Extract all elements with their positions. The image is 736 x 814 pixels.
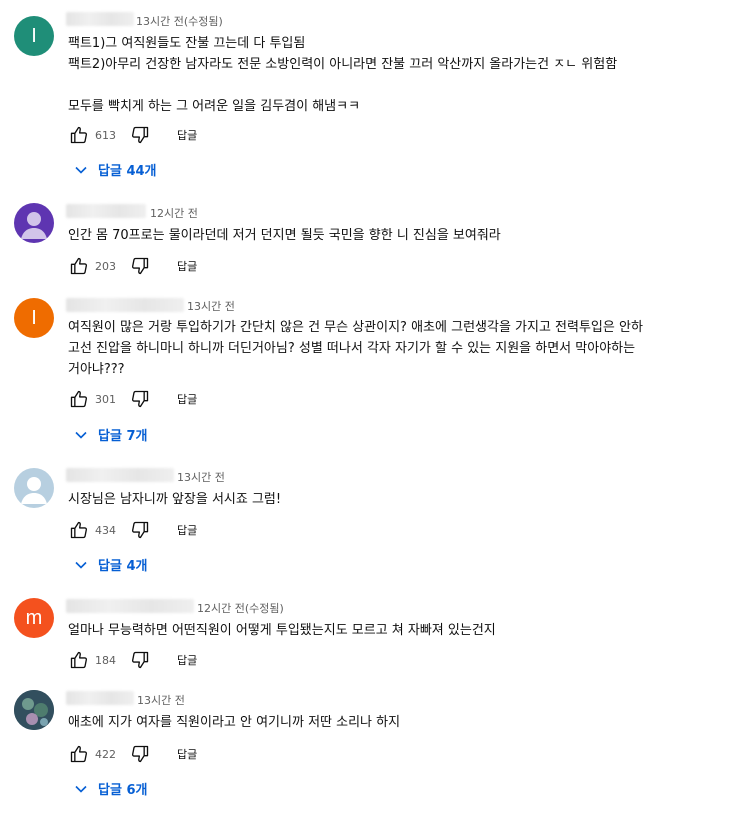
comment-actions: 203 답글 bbox=[68, 255, 197, 277]
replies-count: 답글 44개 bbox=[98, 164, 157, 179]
comment-text: 인간 몸 70프로는 물이라던데 저거 던지면 될듯 국민을 향한 니 진심을 … bbox=[68, 228, 501, 243]
avatar-letter: m bbox=[25, 606, 43, 629]
reply-button[interactable]: 답글 bbox=[177, 258, 197, 274]
reply-button[interactable]: 답글 bbox=[177, 127, 197, 143]
like-icon[interactable] bbox=[68, 743, 90, 765]
avatar[interactable] bbox=[14, 690, 54, 730]
like-icon[interactable] bbox=[68, 124, 90, 146]
chevron-down-icon bbox=[75, 785, 87, 793]
author-name-blurred[interactable] bbox=[66, 599, 194, 613]
replies-count: 답글 6개 bbox=[98, 783, 148, 798]
avatar[interactable] bbox=[14, 203, 54, 243]
chevron-down-icon bbox=[75, 431, 87, 439]
view-replies-button[interactable]: 답글 44개 bbox=[74, 160, 157, 179]
comment-actions: 422 답글 bbox=[68, 743, 197, 765]
dislike-icon[interactable] bbox=[129, 649, 151, 671]
like-icon[interactable] bbox=[68, 649, 90, 671]
comment-actions: 301 답글 bbox=[68, 388, 197, 410]
author-name-blurred[interactable] bbox=[66, 12, 134, 26]
like-count: 434 bbox=[95, 523, 116, 537]
like-count: 613 bbox=[95, 128, 116, 142]
timestamp[interactable]: 13시간 전 bbox=[137, 692, 185, 708]
chevron-down-icon bbox=[75, 166, 87, 174]
replies-count: 답글 4개 bbox=[98, 559, 148, 574]
chevron-down-icon bbox=[75, 561, 87, 569]
avatar[interactable] bbox=[14, 468, 54, 508]
timestamp[interactable]: 13시간 전 bbox=[187, 298, 235, 314]
view-replies-button[interactable]: 답글 4개 bbox=[74, 555, 147, 574]
reply-button[interactable]: 답글 bbox=[177, 391, 197, 407]
timestamp[interactable]: 13시간 전(수정됨) bbox=[136, 13, 223, 29]
dislike-icon[interactable] bbox=[129, 255, 151, 277]
like-icon[interactable] bbox=[68, 519, 90, 541]
like-count: 422 bbox=[95, 747, 116, 761]
dislike-icon[interactable] bbox=[129, 124, 151, 146]
like-count: 301 bbox=[95, 392, 116, 406]
comment-text: 여직원이 많은 거랑 투입하기가 간단치 않은 건 무슨 상관이지? 애초에 그… bbox=[68, 320, 643, 377]
avatar-letter: I bbox=[31, 306, 37, 329]
comment-text: 애초에 지가 여자를 직원이라고 안 여기니까 저딴 소리나 하지 bbox=[68, 715, 401, 730]
comment-actions: 434 답글 bbox=[68, 519, 197, 541]
comment-actions: 613 답글 bbox=[68, 124, 197, 146]
timestamp[interactable]: 12시간 전 bbox=[150, 205, 198, 221]
view-replies-button[interactable]: 답글 7개 bbox=[74, 425, 147, 444]
reply-button[interactable]: 답글 bbox=[177, 652, 197, 668]
like-icon[interactable] bbox=[68, 255, 90, 277]
like-icon[interactable] bbox=[68, 388, 90, 410]
author-name-blurred[interactable] bbox=[66, 691, 134, 705]
comment-text: 시장님은 남자니까 앞장을 서시죠 그럼! bbox=[68, 492, 282, 507]
avatar[interactable]: I bbox=[14, 298, 54, 338]
person-icon bbox=[21, 212, 47, 239]
avatar[interactable]: m bbox=[14, 598, 54, 638]
dislike-icon[interactable] bbox=[129, 388, 151, 410]
like-count: 184 bbox=[95, 653, 116, 667]
timestamp[interactable]: 12시간 전(수정됨) bbox=[197, 600, 284, 616]
dislike-icon[interactable] bbox=[129, 519, 151, 541]
reply-button[interactable]: 답글 bbox=[177, 746, 197, 762]
comment-text: 팩트1)그 여직원들도 잔불 끄는데 다 투입됨 팩트2)아무리 건장한 남자라… bbox=[68, 36, 618, 114]
author-name-blurred[interactable] bbox=[66, 298, 184, 312]
person-icon bbox=[21, 477, 47, 504]
timestamp[interactable]: 13시간 전 bbox=[177, 469, 225, 485]
comment-actions: 184 답글 bbox=[68, 649, 197, 671]
reply-button[interactable]: 답글 bbox=[177, 522, 197, 538]
view-replies-button[interactable]: 답글 6개 bbox=[74, 779, 147, 798]
replies-count: 답글 7개 bbox=[98, 429, 148, 444]
author-name-blurred[interactable] bbox=[66, 468, 174, 482]
profile-photo-icon bbox=[14, 690, 54, 730]
author-name-blurred[interactable] bbox=[66, 204, 146, 218]
avatar[interactable]: I bbox=[14, 16, 54, 56]
avatar-letter: I bbox=[31, 24, 37, 47]
like-count: 203 bbox=[95, 259, 116, 273]
dislike-icon[interactable] bbox=[129, 743, 151, 765]
comment-text: 얼마나 무능력하면 어떤직원이 어떻게 투입됐는지도 모르고 쳐 자빠져 있는건… bbox=[68, 623, 496, 638]
